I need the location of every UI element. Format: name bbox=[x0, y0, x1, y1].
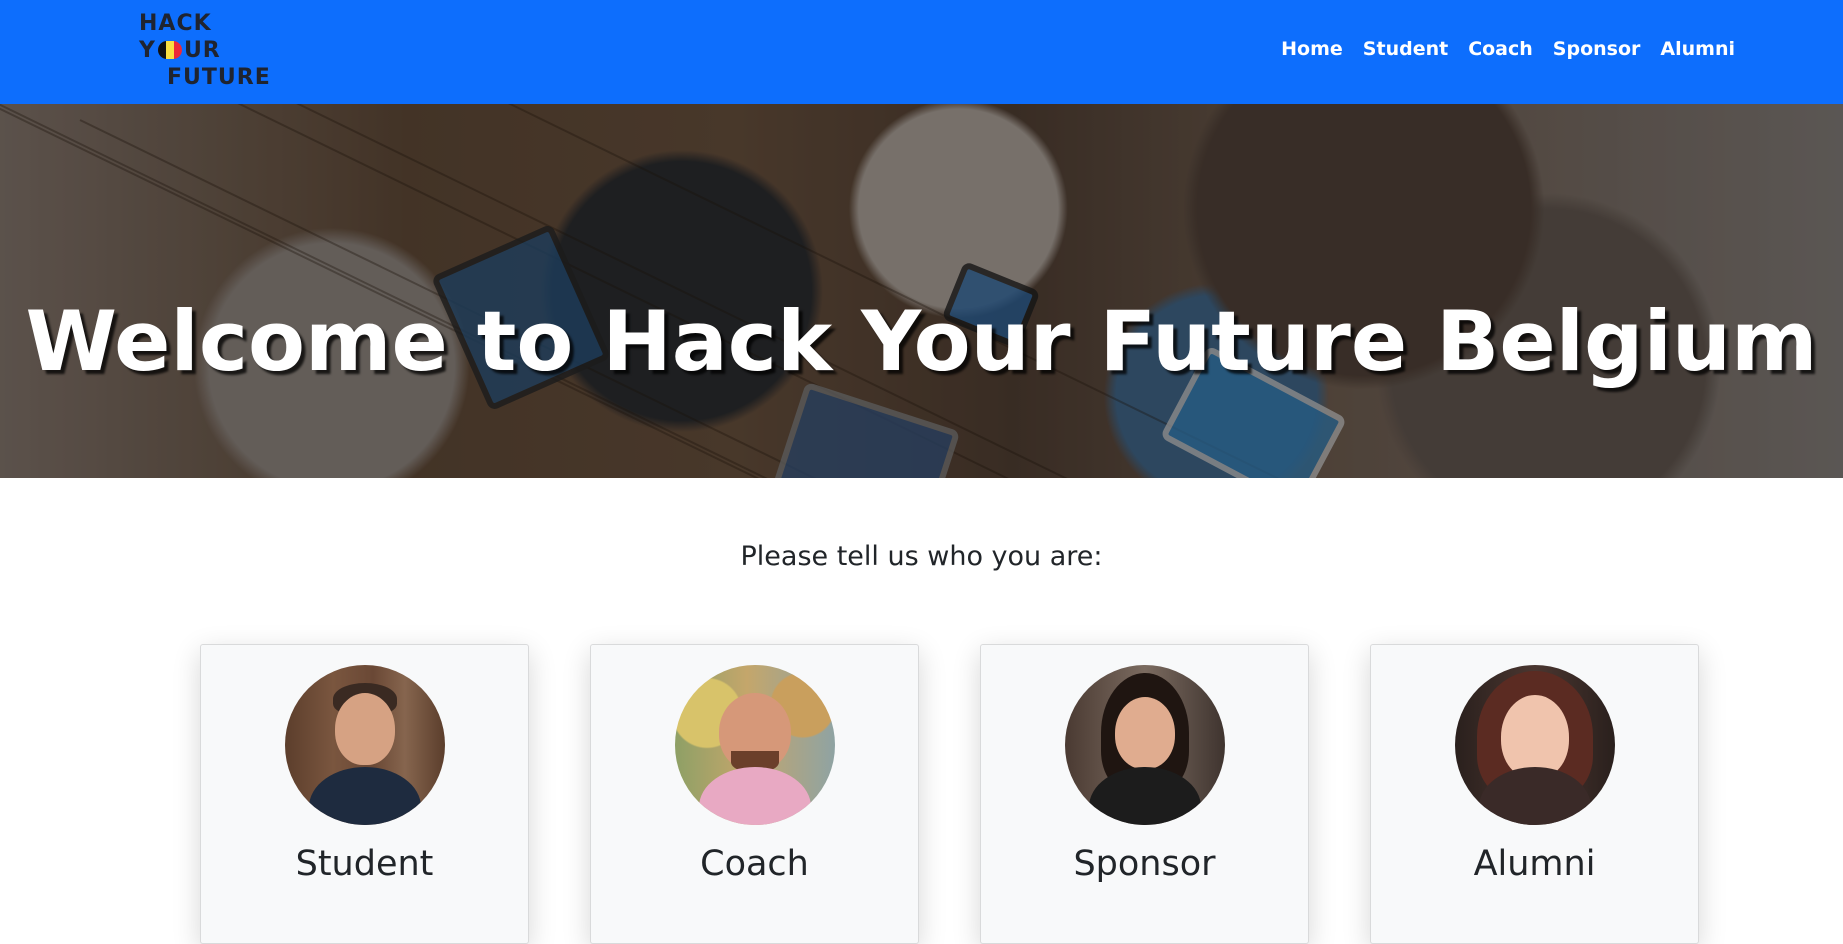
logo-line-2-right: UR bbox=[183, 38, 221, 63]
role-prompt: Please tell us who you are: bbox=[740, 541, 1103, 572]
nav-student-link[interactable]: Student bbox=[1363, 38, 1448, 60]
main-navigation: Home Student Coach Sponsor Alumni bbox=[1281, 38, 1735, 60]
coach-card-title: Coach bbox=[700, 844, 809, 884]
alumni-avatar bbox=[1455, 665, 1615, 825]
nav-alumni-link[interactable]: Alumni bbox=[1660, 38, 1735, 60]
role-cards: Student Coach Sponsor Alumni bbox=[200, 644, 1699, 944]
nav-coach-link[interactable]: Coach bbox=[1468, 38, 1533, 60]
logo-line-3: FUTURE bbox=[167, 65, 271, 90]
avatar-shirt bbox=[1089, 767, 1201, 825]
top-navbar: HACK Y UR FUTURE Home Student Coach Spons… bbox=[0, 0, 1843, 104]
coach-avatar bbox=[675, 665, 835, 825]
logo-line-2-left: Y bbox=[139, 38, 156, 63]
avatar-shirt bbox=[699, 767, 811, 825]
student-avatar bbox=[285, 665, 445, 825]
avatar-face bbox=[335, 693, 395, 765]
logo-line-2: Y UR bbox=[139, 37, 299, 64]
sponsor-card-title: Sponsor bbox=[1073, 844, 1216, 884]
avatar-face bbox=[1115, 697, 1175, 769]
student-card[interactable]: Student bbox=[200, 644, 529, 944]
alumni-card-title: Alumni bbox=[1473, 844, 1596, 884]
avatar-shirt bbox=[309, 767, 421, 825]
sponsor-avatar bbox=[1065, 665, 1225, 825]
nav-home-link[interactable]: Home bbox=[1281, 38, 1343, 60]
sponsor-card[interactable]: Sponsor bbox=[980, 644, 1309, 944]
belgian-flag-icon bbox=[157, 41, 182, 59]
hyf-logo[interactable]: HACK Y UR FUTURE bbox=[139, 10, 299, 90]
coach-card[interactable]: Coach bbox=[590, 644, 919, 944]
nav-sponsor-link[interactable]: Sponsor bbox=[1553, 38, 1641, 60]
hero-title: Welcome to Hack Your Future Belgium bbox=[25, 292, 1818, 390]
logo-line-1: HACK bbox=[139, 11, 212, 36]
hero-banner: Welcome to Hack Your Future Belgium bbox=[0, 104, 1843, 478]
hero-dark-overlay bbox=[0, 104, 1843, 478]
student-card-title: Student bbox=[295, 844, 434, 884]
alumni-card[interactable]: Alumni bbox=[1370, 644, 1699, 944]
